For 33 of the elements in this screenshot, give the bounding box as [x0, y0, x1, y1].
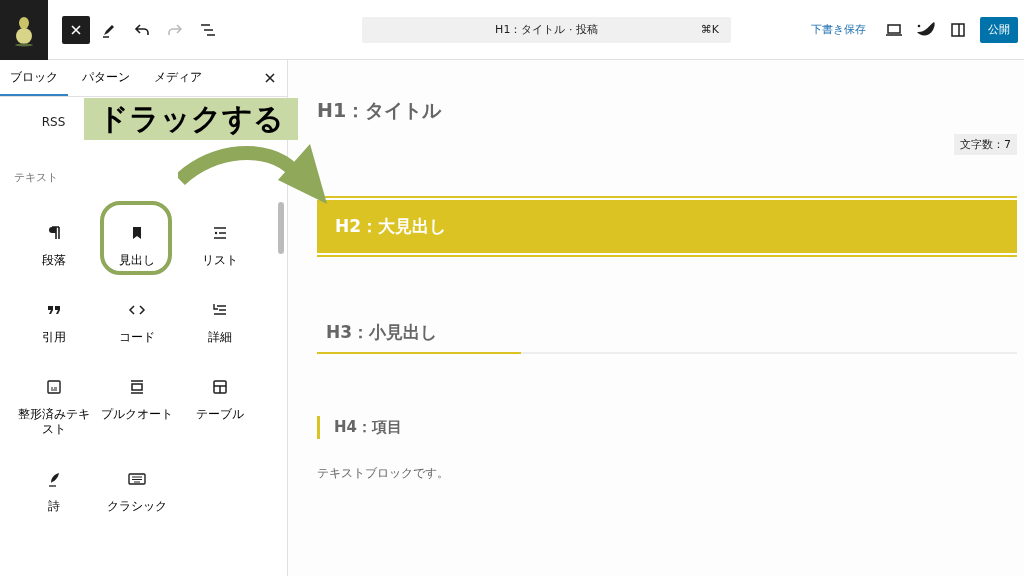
save-draft-button[interactable]: 下書き保存: [811, 18, 866, 41]
paragraph-text: テキストブロックです。: [317, 465, 450, 482]
command-bar[interactable]: H1：タイトル · 投稿 ⌘K: [362, 16, 731, 43]
heading-text: H2：大見出し: [317, 200, 1017, 253]
section-heading: テキスト: [14, 170, 59, 185]
scrollbar-thumb[interactable]: [278, 202, 284, 254]
tab[interactable]: パターン: [72, 60, 140, 96]
site-logo[interactable]: [0, 0, 48, 60]
keyboard-shortcut: ⌘K: [700, 23, 719, 36]
tab[interactable]: メディア: [144, 60, 212, 96]
heading-text: H4：項目: [317, 416, 1017, 439]
block-item[interactable]: 引用: [12, 292, 95, 369]
block-item[interactable]: 詩: [12, 461, 95, 553]
block-item[interactable]: 見出し: [95, 215, 178, 292]
tab[interactable]: ブロック: [0, 60, 68, 96]
close-button[interactable]: [62, 15, 90, 44]
heading-text: H3：小見出し: [325, 321, 439, 344]
close-icon: [263, 71, 277, 85]
block-item[interactable]: 整形済みテキスト: [12, 369, 95, 461]
block-item[interactable]: クラシック: [95, 461, 178, 553]
annotation-label: ドラックする: [84, 98, 298, 140]
block-item[interactable]: リスト: [178, 215, 261, 292]
block-item[interactable]: コード: [95, 292, 178, 369]
block-label[interactable]: RSS: [41, 115, 66, 130]
document-title: H1：タイトル · 投稿: [495, 22, 598, 37]
publish-button[interactable]: 公開: [980, 16, 1018, 43]
block-item[interactable]: 詳細: [178, 292, 261, 369]
block-item[interactable]: プルクオート: [95, 369, 178, 461]
block-item[interactable]: 段落: [12, 215, 95, 292]
block-item[interactable]: テーブル: [178, 369, 261, 461]
character-count: 文字数：7: [954, 134, 1017, 155]
close-button[interactable]: [263, 71, 277, 85]
post-title: H1：タイトル: [317, 98, 443, 123]
